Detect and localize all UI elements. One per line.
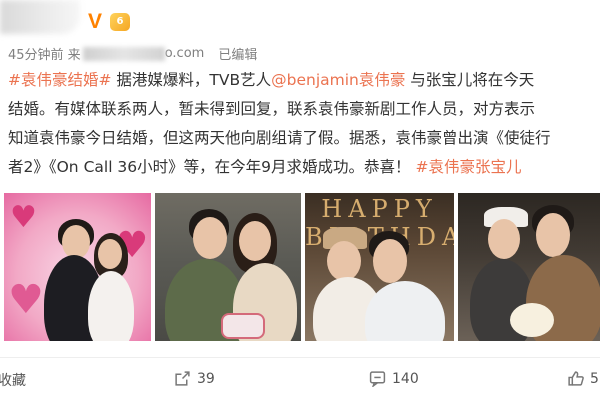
verified-badge-icon: V (88, 10, 103, 33)
comment-button[interactable]: 140 (369, 370, 419, 387)
photo-grid: ♥ ♥ ♥ HAPPY BIRTHDAY (4, 193, 600, 341)
post-source[interactable]: o.com (165, 46, 205, 61)
post-text: #袁伟豪结婚# 据港媒爆料，TVB艺人@benjamin袁伟豪 与张宝儿将在今天… (8, 66, 600, 182)
favorite-button[interactable]: 收藏 (0, 370, 26, 390)
post-text-segment: 与张宝儿将在今天 (405, 71, 535, 89)
photo-3[interactable]: HAPPY BIRTHDAY (305, 193, 454, 341)
post-line-3: 知道袁伟豪今日结婚，但这两天他向剧组请了假。据悉，袁伟豪曾出演《使徒行 (8, 129, 551, 147)
repost-button[interactable]: 39 (174, 370, 215, 387)
like-count: 5 (590, 370, 599, 387)
action-bar: 收藏 39 140 5 (0, 357, 600, 395)
post-line-4: 者2》《On Call 36小时》等，在今年9月求婚成功。恭喜！ #袁伟豪张宝儿 (8, 153, 600, 182)
hashtag-link[interactable]: #袁伟豪结婚# (8, 71, 111, 89)
repost-count: 39 (197, 370, 215, 387)
vip-badge-icon: 6 (110, 13, 130, 31)
edited-label: 已编辑 (218, 48, 258, 63)
blurred-source (82, 46, 165, 61)
like-button[interactable]: 5 (567, 370, 599, 387)
blurred-username[interactable] (0, 0, 80, 34)
post-meta: 45分钟前 来 o.com 已编辑 (8, 44, 257, 63)
post-line-2: 结婚。有媒体联系两人，暂未得到回复，联系袁伟豪新剧工作人员，对方表示 (8, 100, 536, 118)
favorite-label: 收藏 (0, 373, 26, 389)
post-text-segment: 者2》《On Call 36小时》等，在今年9月求婚成功。恭喜！ (8, 158, 411, 176)
thumbs-up-icon (568, 371, 584, 386)
hashtag-link-2[interactable]: #袁伟豪张宝儿 (415, 158, 521, 176)
post-time[interactable]: 45分钟前 来 (8, 44, 81, 63)
heart-icon: ♥ (10, 200, 37, 235)
mention-link[interactable]: @benjamin袁伟豪 (271, 71, 405, 89)
heart-icon: ♥ (8, 277, 44, 323)
post-text-segment: 据港媒爆料，TVB艺人 (111, 71, 272, 89)
comment-count: 140 (392, 370, 419, 387)
repost-icon (175, 371, 190, 386)
photo-4[interactable] (458, 193, 600, 341)
post-line-1: #袁伟豪结婚# 据港媒爆料，TVB艺人@benjamin袁伟豪 与张宝儿将在今天 (8, 66, 600, 95)
comment-icon (369, 371, 386, 387)
photo-2[interactable] (155, 193, 301, 341)
photo-1[interactable]: ♥ ♥ ♥ (4, 193, 151, 341)
